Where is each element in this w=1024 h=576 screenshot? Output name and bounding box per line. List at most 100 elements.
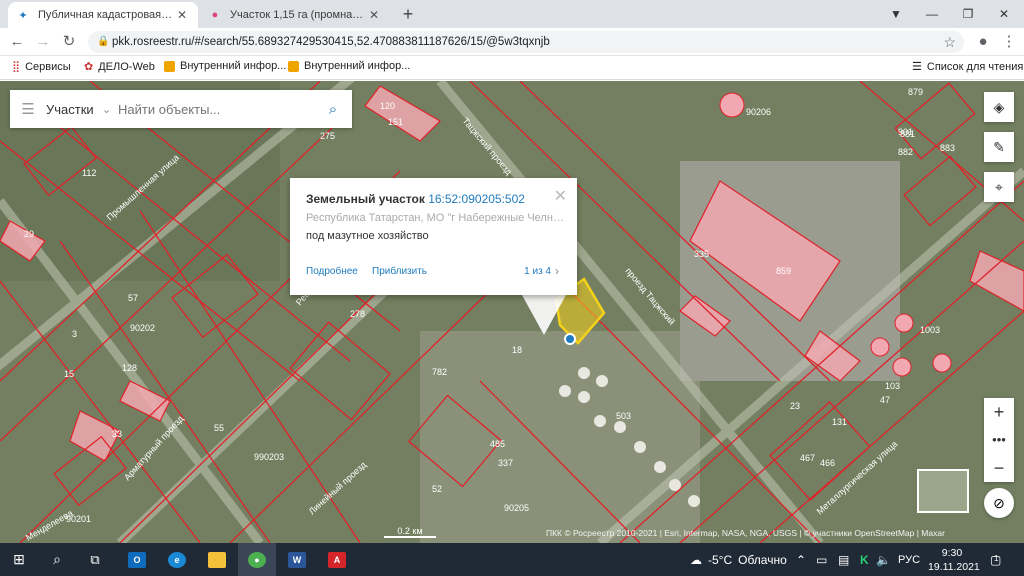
windows-start-icon[interactable]: ⊞ [0, 543, 38, 576]
parcel-label: 1003 [920, 325, 940, 335]
parcel-label: 18 [512, 345, 522, 355]
close-window-button[interactable]: ✕ [986, 0, 1022, 28]
parcel-label: 55 [214, 423, 224, 433]
parcel-label: 335 [694, 249, 709, 259]
weather-text: Облачно [738, 552, 787, 567]
parcel-label: 29 [24, 229, 34, 239]
browser-menu-icon[interactable]: ⋮ [998, 32, 1020, 52]
parcel-label: 859 [776, 266, 791, 276]
new-tab-button[interactable]: + [398, 4, 418, 25]
close-tab-icon[interactable]: ✕ [174, 8, 190, 22]
apps-grid-icon: ⣿ [12, 61, 21, 73]
tab-plot-listing[interactable]: ● Участок 1,15 га (промназначени ✕ [200, 2, 390, 28]
reading-list-label: Список для чтения [926, 60, 1024, 73]
parcel-label: 120 [380, 101, 395, 111]
listing-favicon-icon: ● [211, 9, 219, 21]
menu-icon[interactable]: ☰ [10, 100, 46, 118]
reading-list-icon: ☰ [912, 61, 922, 73]
parcel-label: 879 [908, 87, 923, 97]
system-clock[interactable]: 9:30 19.11.2021 [928, 546, 980, 574]
weather-widget[interactable]: ☁ -5°C Облачно [690, 543, 787, 576]
parcel-label: 782 [432, 367, 447, 377]
zoom-to-link[interactable]: Приблизить [372, 266, 427, 277]
search-mode-select[interactable]: Участки [46, 102, 102, 117]
search-icon[interactable]: ⌕ [314, 101, 352, 118]
document-icon [288, 60, 299, 72]
basemap-switcher[interactable] [917, 469, 969, 513]
acrobat-icon[interactable]: A [318, 543, 356, 576]
parcel-address: Республика Татарстан, МО "г Набережные Ч… [306, 212, 566, 224]
bookmark-services[interactable]: ⣿ Сервисы [12, 60, 71, 74]
parcel-label: 881 [900, 129, 915, 139]
parcel-label: 3 [72, 329, 77, 339]
volume-icon[interactable]: 🔈 [876, 543, 891, 576]
locate-icon[interactable]: ⌖ [984, 172, 1014, 202]
network-icon[interactable]: ▤ [838, 543, 849, 576]
clock-time: 9:30 [941, 547, 963, 559]
parcel-label: 23 [790, 401, 800, 411]
parcel-label: 485 [490, 439, 505, 449]
popup-title: Земельный участок 16:52:090205:502 [306, 192, 525, 206]
parcel-label: 90206 [746, 107, 771, 117]
forward-button[interactable]: → [32, 32, 54, 52]
task-view-icon[interactable]: ⧉ [76, 543, 114, 576]
bookmark-internal-1[interactable]: Внутренний инфор... [164, 60, 286, 72]
profile-menu-icon[interactable]: ▼ [878, 0, 914, 28]
parcel-label: 103 [885, 381, 900, 391]
word-icon[interactable]: W [278, 543, 316, 576]
parcel-label: 52 [432, 484, 442, 494]
hidden-icons-chevron-icon[interactable]: ⌃ [796, 543, 806, 576]
close-tab-icon[interactable]: ✕ [366, 8, 382, 22]
map-attribution: ПКК © Росреестр 2010-2021 | Esri, Interm… [546, 528, 945, 538]
parcel-label: 883 [940, 143, 955, 153]
map-scale: 0.2 км [384, 526, 436, 538]
next-result-icon[interactable]: › [555, 264, 559, 278]
reload-button[interactable]: ↻ [58, 32, 80, 52]
outlook-icon[interactable]: O [118, 543, 156, 576]
chevron-down-icon[interactable]: ⌄ [102, 103, 118, 116]
bookmark-star-icon[interactable]: ☆ [943, 31, 956, 53]
tab-cadastral-map[interactable]: ✦ Публичная кадастровая карта ✕ [8, 2, 198, 28]
zoom-in-button[interactable]: + [984, 398, 1014, 426]
notifications-icon[interactable]: ▢ 1 [990, 543, 1001, 576]
clock-date: 19.11.2021 [928, 561, 980, 573]
address-bar: ← → ↻ 🔒 pkk.rosreestr.ru/#/search/55.689… [0, 28, 1024, 56]
maximize-button[interactable]: ❐ [950, 0, 986, 28]
notification-count: 1 [994, 553, 999, 563]
file-explorer-icon[interactable] [198, 543, 236, 576]
bookmark-delo-web[interactable]: ✿ ДЕЛО-Web [84, 60, 155, 74]
document-icon [164, 60, 175, 72]
zoom-controls: + ••• − [984, 398, 1014, 482]
parcel-usage: под мазутное хозяйство [306, 230, 429, 242]
bookmark-label: Внутренний инфор... [180, 60, 287, 72]
chrome-icon[interactable]: ● [238, 543, 276, 576]
tray-app-icon[interactable]: ▭ [816, 543, 827, 576]
search-input[interactable] [118, 101, 314, 117]
url-field[interactable]: 🔒 pkk.rosreestr.ru/#/search/55.689327429… [88, 31, 964, 53]
parcel-label: 33 [112, 429, 122, 439]
cadastral-number-link[interactable]: 16:52:090205:502 [428, 192, 525, 206]
close-icon[interactable]: ✕ [554, 186, 567, 206]
compass-icon[interactable]: ⊘ [984, 488, 1014, 518]
minimize-button[interactable]: — [914, 0, 950, 28]
back-button[interactable]: ← [6, 32, 28, 52]
kaspersky-icon[interactable]: K [860, 543, 869, 576]
url-text: pkk.rosreestr.ru/#/search/55.68932742953… [112, 36, 550, 48]
cadastral-map[interactable]: 112 29 90202 57 3 15 33 55 990203 90201 … [0, 81, 1024, 543]
language-indicator[interactable]: РУС [898, 543, 920, 576]
popup-title-text: Земельный участок [306, 192, 425, 206]
ruler-icon[interactable]: ✎ [984, 132, 1014, 162]
bookmark-label: Сервисы [25, 60, 71, 73]
details-link[interactable]: Подробнее [306, 266, 358, 277]
more-tools-button[interactable]: ••• [984, 426, 1014, 454]
zoom-out-button[interactable]: − [984, 454, 1014, 482]
search-icon[interactable]: ⌕ [38, 543, 76, 576]
weather-temp: -5°C [708, 552, 733, 567]
parcel-label: 337 [498, 458, 513, 468]
account-icon[interactable]: ● [972, 32, 994, 52]
bookmark-internal-2[interactable]: Внутренний инфор... [288, 60, 410, 72]
layers-icon[interactable]: ◈ [984, 92, 1014, 122]
reading-list[interactable]: ☰ Список для чтения [912, 60, 1024, 74]
edge-icon[interactable]: e [158, 543, 196, 576]
parcel-label: 57 [128, 293, 138, 303]
